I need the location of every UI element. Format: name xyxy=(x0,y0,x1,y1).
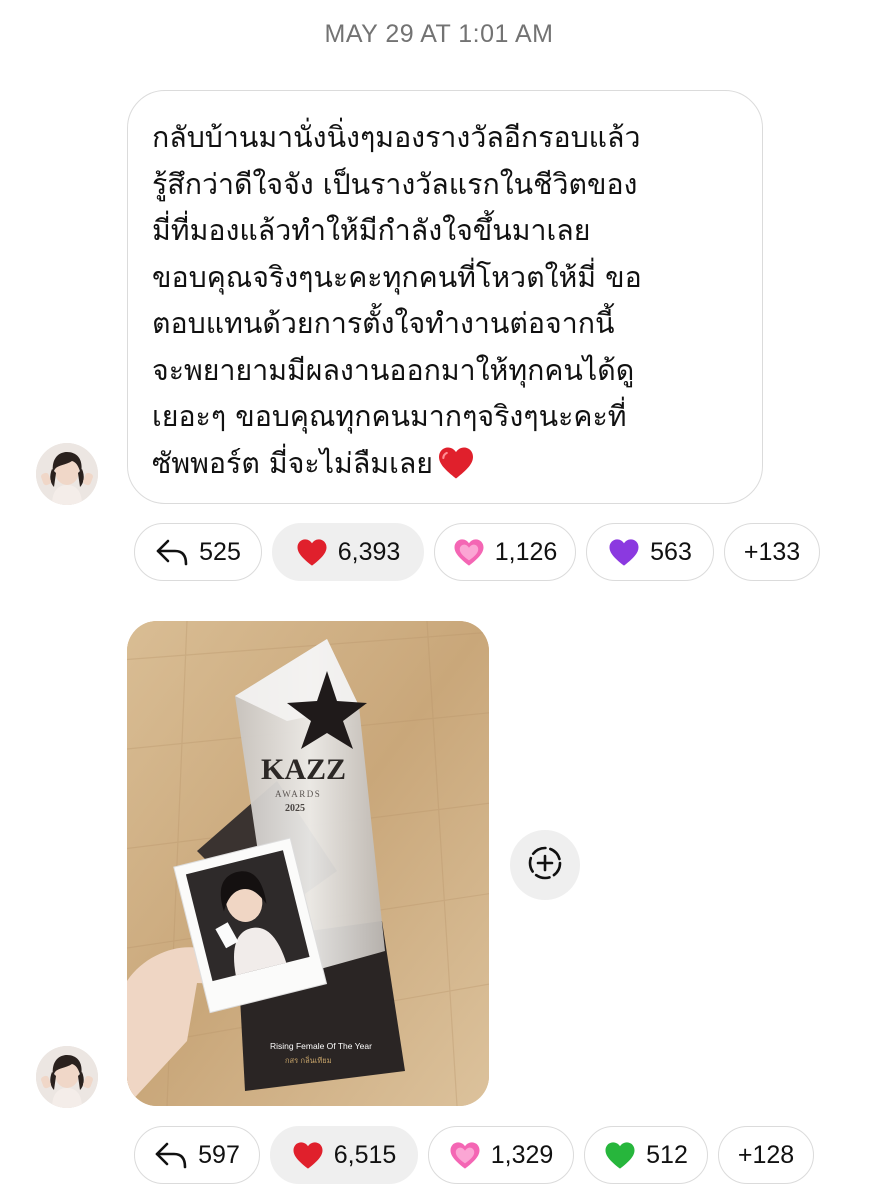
reactions-row: 597 6,515 1,329 512 +128 xyxy=(134,1126,824,1184)
reactions-row: 525 6,393 1,126 563 +133 xyxy=(134,523,824,581)
sparkling-pink-heart-icon xyxy=(453,538,485,567)
message-line: ตอบแทนด้วยการตั้งใจทำงานต่อจากนี้ xyxy=(152,307,615,340)
more-reactions-count: +133 xyxy=(743,537,801,566)
reply-arrow-icon xyxy=(154,1141,188,1169)
message-timestamp: MAY 29 AT 1:01 AM xyxy=(324,20,554,48)
avatar[interactable] xyxy=(36,1046,98,1108)
red-heart-emoji-icon xyxy=(437,446,475,495)
red-heart-icon xyxy=(292,1141,324,1170)
message-line: กลับบ้านมานั่งนิ่งๆมองรางวัลอีกรอบแล้ว xyxy=(152,121,641,154)
pink-heart-reaction-pill[interactable]: 1,126 xyxy=(434,523,576,581)
sparkling-pink-heart-icon xyxy=(449,1141,481,1170)
trophy-brand: KAZZ xyxy=(261,753,346,786)
message-line: ซัพพอร์ต มี่จะไม่ลืมเลย xyxy=(152,446,433,480)
red-heart-count: 6,393 xyxy=(337,537,401,566)
message-line: จะพยายามมีผลงานออกมาให้ทุกคนได้ดู xyxy=(152,353,635,387)
red-heart-reaction-pill[interactable]: 6,393 xyxy=(272,523,424,581)
reply-count: 597 xyxy=(198,1140,240,1169)
red-heart-count: 6,515 xyxy=(333,1140,397,1169)
purple-heart-count: 563 xyxy=(650,537,692,566)
green-heart-count: 512 xyxy=(646,1140,688,1169)
more-reactions-pill[interactable]: +128 xyxy=(718,1126,814,1184)
reply-count-pill[interactable]: 525 xyxy=(134,523,262,581)
purple-heart-reaction-pill[interactable]: 563 xyxy=(586,523,714,581)
trophy-awards: AWARDS xyxy=(275,789,321,799)
message-bubble[interactable]: กลับบ้านมานั่งนิ่งๆมองรางวัลอีกรอบแล้ว ร… xyxy=(127,90,763,504)
red-heart-icon xyxy=(296,538,328,567)
reply-arrow-icon xyxy=(155,538,189,566)
green-heart-reaction-pill[interactable]: 512 xyxy=(584,1126,708,1184)
pink-heart-count: 1,126 xyxy=(494,537,558,566)
plaque-name: กสร กลิ่นเทียม xyxy=(285,1055,332,1065)
message-line: มี่ที่มองแล้วทำให้มีกำลังใจขึ้นมาเลย xyxy=(152,214,591,247)
message-line: เยอะๆ ขอบคุณทุกคนมากๆจริงๆนะคะที่ xyxy=(152,400,627,433)
message-line: รู้สึกว่าดีใจจัง เป็นรางวัลแรกในชีวิตของ xyxy=(152,167,638,201)
share-photo-button[interactable] xyxy=(510,830,580,900)
more-reactions-count: +128 xyxy=(737,1140,795,1169)
plaque-title: Rising Female Of The Year xyxy=(270,1041,372,1051)
trophy-year: 2025 xyxy=(285,803,305,814)
purple-heart-icon xyxy=(608,538,640,567)
avatar[interactable] xyxy=(36,443,98,505)
photo-attachment[interactable]: KAZZ AWARDS 2025 Rising Female Of The Ye… xyxy=(127,621,489,1106)
pink-heart-count: 1,329 xyxy=(490,1140,554,1169)
message-last-line: ซัพพอร์ต มี่จะไม่ลืมเลย xyxy=(152,441,742,495)
red-heart-reaction-pill[interactable]: 6,515 xyxy=(270,1126,418,1184)
more-reactions-pill[interactable]: +133 xyxy=(724,523,820,581)
message-line: ขอบคุณจริงๆนะคะทุกคนที่โหวตให้มี่ ขอ xyxy=(152,260,642,294)
dashed-circle-plus-icon xyxy=(526,844,564,886)
reply-count-pill[interactable]: 597 xyxy=(134,1126,260,1184)
green-heart-icon xyxy=(604,1141,636,1170)
pink-heart-reaction-pill[interactable]: 1,329 xyxy=(428,1126,574,1184)
reply-count: 525 xyxy=(199,537,241,566)
